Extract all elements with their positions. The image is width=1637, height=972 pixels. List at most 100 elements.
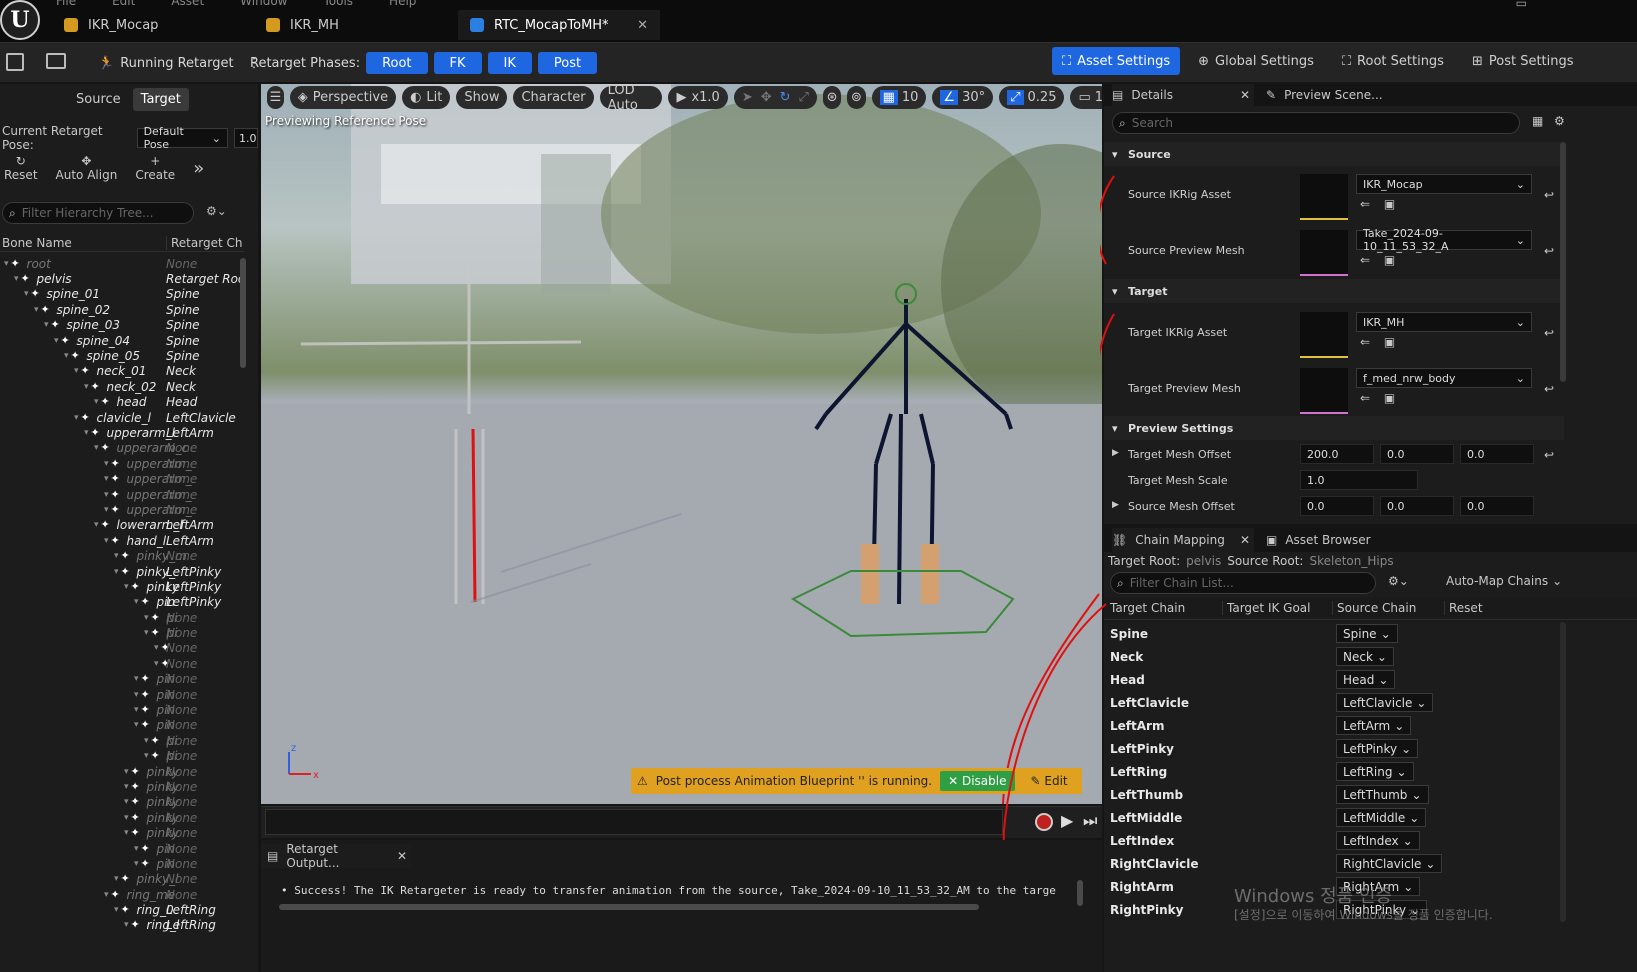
auto-map-chains-button[interactable]: Auto-Map Chains ⌄: [1446, 574, 1562, 588]
expand-arrow-icon[interactable]: ▾: [4, 259, 9, 269]
source-ikrig-dropdown[interactable]: IKR_Mocap ⌄: [1356, 174, 1532, 194]
menu-help[interactable]: Help: [389, 0, 416, 8]
source-chain-dropdown[interactable]: LeftIndex ⌄: [1336, 831, 1420, 850]
expand-arrow-icon[interactable]: ▾: [154, 659, 159, 669]
bone-row[interactable]: ▾ ✦ neck_01 Neck: [0, 364, 244, 379]
coordinate-space-icon[interactable]: ⊛: [822, 86, 842, 109]
target-offset-x-field[interactable]: 200.0: [1300, 444, 1374, 464]
bone-row[interactable]: ▾ ✦ pinky_l None: [0, 872, 244, 887]
table-view-icon[interactable]: ▦: [1532, 114, 1543, 128]
expand-arrow-icon[interactable]: ▾: [154, 643, 159, 653]
gear-icon[interactable]: ⚙: [1554, 114, 1565, 128]
use-selected-icon[interactable]: ⇐: [1360, 335, 1370, 349]
expand-arrow-icon[interactable]: ▾: [144, 751, 149, 761]
post-settings-button[interactable]: ⊞ Post Settings: [1462, 47, 1584, 75]
bone-row[interactable]: ▾ ✦ pin None: [0, 856, 244, 871]
minimize-window-icon[interactable]: ▭: [1516, 0, 1527, 10]
expand-arrow-icon[interactable]: ▾: [94, 443, 99, 453]
chain-row[interactable]: LeftArm LeftArm ⌄: [1104, 714, 1564, 737]
col-source-chain[interactable]: Source Chain: [1332, 601, 1416, 615]
expand-arrow-icon[interactable]: ▾: [104, 536, 109, 546]
tab-rtc-mocaptomh[interactable]: RTC_MocapToMH* ✕: [458, 10, 660, 40]
tab-source[interactable]: Source: [68, 88, 129, 111]
global-settings-button[interactable]: ⊕ Global Settings: [1188, 47, 1324, 75]
details-search-input[interactable]: ⌕ Search: [1112, 112, 1520, 134]
bone-row[interactable]: ▾ ✦ upperarm_c None: [0, 441, 244, 456]
expand-arrow-icon[interactable]: ▾: [134, 705, 139, 715]
expand-arrow-icon[interactable]: ▾: [104, 890, 109, 900]
asset-settings-button[interactable]: ⛶ Asset Settings: [1052, 47, 1181, 75]
source-mesh-thumbnail[interactable]: [1300, 230, 1348, 276]
reset-to-default-icon[interactable]: ↩: [1544, 448, 1554, 462]
expand-arrow-icon[interactable]: ▾: [54, 336, 59, 346]
gear-icon[interactable]: ⚙⌄: [1388, 574, 1409, 588]
pose-blend-field[interactable]: 1.0: [234, 128, 258, 148]
filter-hierarchy-input[interactable]: ⌕ Filter Hierarchy Tree...: [2, 202, 194, 224]
expand-arrow-icon[interactable]: ▾: [114, 874, 119, 884]
expand-arrow-icon[interactable]: ▾: [144, 628, 149, 638]
bone-row[interactable]: ▾ ✦ pin None: [0, 841, 244, 856]
use-selected-icon[interactable]: ⇐: [1360, 197, 1370, 211]
reset-to-default-icon[interactable]: ↩: [1544, 188, 1554, 202]
source-chain-dropdown[interactable]: LeftThumb ⌄: [1336, 785, 1429, 804]
expand-arrow-icon[interactable]: ▾: [134, 844, 139, 854]
menu-file[interactable]: File: [56, 0, 76, 8]
expand-arrow-icon[interactable]: ▾: [84, 428, 89, 438]
source-offset-z-field[interactable]: 0.0: [1460, 496, 1534, 516]
bone-row[interactable]: ▾ ✦ root None: [0, 256, 244, 271]
camera-speed-button[interactable]: ▭ 1: [1070, 86, 1102, 109]
section-preview-settings[interactable]: ▾ Preview Settings: [1104, 416, 1564, 440]
bone-row[interactable]: ▾ ✦ upperarm_ None: [0, 487, 244, 502]
chain-row[interactable]: Head Head ⌄: [1104, 668, 1564, 691]
expand-arrow-icon[interactable]: ▾: [124, 920, 129, 930]
output-horizontal-scrollbar[interactable]: [279, 904, 979, 910]
hamburger-menu-icon[interactable]: ☰: [267, 86, 284, 109]
reset-to-default-icon[interactable]: ↩: [1544, 382, 1554, 396]
source-chain-dropdown[interactable]: RightClavicle ⌄: [1336, 854, 1443, 873]
chain-row[interactable]: LeftThumb LeftThumb ⌄: [1104, 783, 1564, 806]
expand-arrow-icon[interactable]: ▾: [114, 567, 119, 577]
expand-arrow-icon[interactable]: ▾: [134, 720, 139, 730]
expand-arrow-icon[interactable]: ▾: [144, 736, 149, 746]
bone-row[interactable]: ▾ ✦ upperarm_ None: [0, 456, 244, 471]
target-ikrig-dropdown[interactable]: IKR_MH ⌄: [1356, 312, 1532, 332]
col-target-ik-goal[interactable]: Target IK Goal: [1222, 601, 1311, 615]
browse-folder-icon[interactable]: ▣: [1384, 335, 1395, 349]
source-chain-dropdown[interactable]: Neck ⌄: [1336, 647, 1394, 666]
expand-arrow-icon[interactable]: ▾: [104, 459, 109, 469]
expand-arrow-icon[interactable]: ▾: [104, 474, 109, 484]
bone-row[interactable]: ▾ ✦ pi None: [0, 733, 244, 748]
bone-row[interactable]: ▾ ✦ clavicle_l LeftClavicle: [0, 410, 244, 425]
bone-row[interactable]: ▾ ✦ pinky None: [0, 779, 244, 794]
grid-snap-button[interactable]: ▦ 10: [871, 86, 927, 109]
expand-arrow-icon[interactable]: ▾: [124, 782, 129, 792]
scale-snap-button[interactable]: ⤢ 0.25: [999, 86, 1065, 109]
source-chain-dropdown[interactable]: LeftClavicle ⌄: [1336, 693, 1434, 712]
bone-row[interactable]: ▾ ✦ pelvis Retarget Roo: [0, 271, 244, 286]
target-mesh-scale-field[interactable]: 1.0: [1300, 470, 1418, 490]
chain-row[interactable]: LeftClavicle LeftClavicle ⌄: [1104, 691, 1564, 714]
bone-row[interactable]: ▾ ✦ ring_l LeftRing: [0, 918, 244, 933]
bone-row[interactable]: ▾ ✦ pin None: [0, 687, 244, 702]
tab-retarget-output[interactable]: ▤ Retarget Output... ✕: [261, 842, 411, 870]
chain-row[interactable]: LeftIndex LeftIndex ⌄: [1104, 829, 1564, 852]
target-mesh-thumbnail[interactable]: [1300, 368, 1348, 414]
bone-row[interactable]: ▾ ✦ ring_0 LeftRing: [0, 902, 244, 917]
show-button[interactable]: Show: [456, 86, 508, 109]
output-vertical-scrollbar[interactable]: [1077, 880, 1083, 906]
expand-arrow-icon[interactable]: ▾: [134, 597, 139, 607]
source-chain-dropdown[interactable]: LeftPinky ⌄: [1336, 739, 1419, 758]
target-offset-y-field[interactable]: 0.0: [1380, 444, 1454, 464]
expand-arrow-icon[interactable]: ▾: [134, 859, 139, 869]
gear-icon[interactable]: ⚙⌄: [206, 204, 227, 218]
source-mesh-dropdown[interactable]: Take_2024-09-10_11_53_32_A ⌄: [1356, 227, 1532, 253]
bone-row[interactable]: ▾ ✦ pi None: [0, 625, 244, 640]
retarget-pose-dropdown[interactable]: Default Pose ⌄: [136, 125, 228, 151]
tab-chain-mapping[interactable]: ⛓ Chain Mapping ✕: [1112, 528, 1254, 552]
chain-row[interactable]: LeftMiddle LeftMiddle ⌄: [1104, 806, 1564, 829]
tab-details[interactable]: ▤ Details ✕: [1112, 84, 1254, 106]
phase-fk-toggle[interactable]: FK: [433, 52, 482, 74]
browse-asset-icon[interactable]: [46, 53, 66, 69]
bone-row[interactable]: ▾ ✦ pinky None: [0, 795, 244, 810]
close-tab-icon[interactable]: ✕: [1240, 533, 1250, 547]
